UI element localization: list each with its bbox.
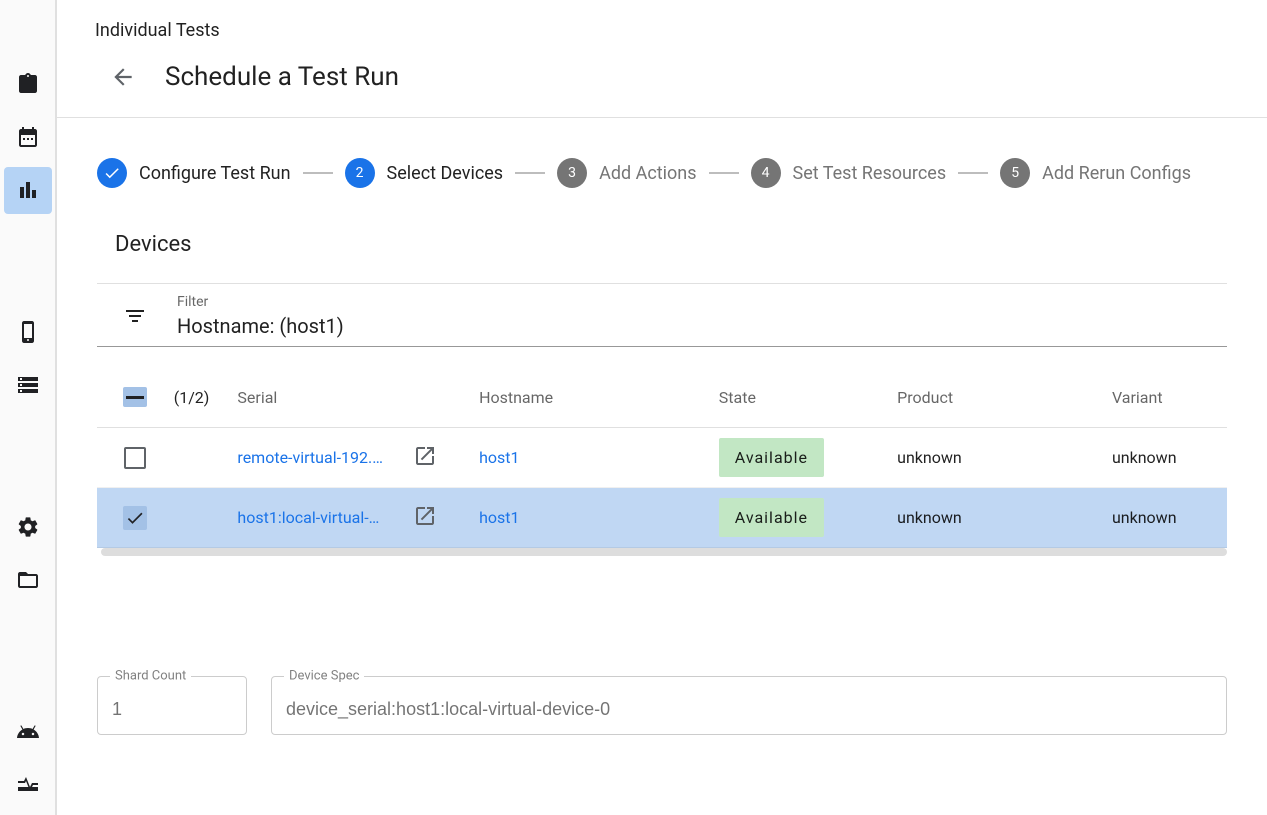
device-spec-input[interactable]	[286, 699, 1212, 720]
page-title: Schedule a Test Run	[165, 62, 399, 92]
header-variant[interactable]: Variant	[1112, 388, 1227, 407]
page-header: Individual Tests Schedule a Test Run	[57, 0, 1267, 118]
header-product[interactable]: Product	[897, 388, 1112, 407]
breadcrumb[interactable]: Individual Tests	[95, 20, 1267, 41]
header-serial[interactable]: Serial	[227, 388, 479, 407]
sidebar-item-clipboard[interactable]	[4, 60, 52, 107]
sidebar-item-folder[interactable]	[4, 557, 52, 604]
status-badge: Available	[719, 438, 824, 477]
step-circle-pending: 5	[1000, 158, 1030, 188]
check-icon	[125, 508, 145, 528]
step-rerun-configs[interactable]: 5 Add Rerun Configs	[1000, 158, 1191, 188]
main-content: Individual Tests Schedule a Test Run Con…	[56, 0, 1267, 815]
filter-value: Hostname: (host1)	[177, 314, 1207, 338]
table-row[interactable]: remote-virtual-192.… host1 Available unk…	[97, 428, 1227, 488]
open-in-new-icon[interactable]	[413, 444, 437, 472]
folder-icon	[16, 568, 40, 592]
filter-icon	[123, 304, 147, 328]
step-circle-current: 2	[345, 158, 375, 188]
devices-section: Devices Filter Hostname: (host1) (1/2) S…	[57, 228, 1267, 556]
back-button[interactable]	[107, 61, 139, 93]
step-circle-pending: 3	[557, 158, 587, 188]
gear-icon	[16, 515, 40, 539]
select-all-checkbox[interactable]	[123, 387, 147, 407]
serial-link[interactable]: host1:local-virtual-…	[237, 508, 397, 527]
product-cell: unknown	[897, 508, 1112, 527]
device-spec-field[interactable]: Device Spec	[271, 676, 1227, 735]
variant-cell: unknown	[1112, 508, 1227, 527]
shard-count-input[interactable]	[112, 699, 232, 720]
header-state[interactable]: State	[719, 388, 897, 407]
sidebar-item-settings[interactable]	[4, 504, 52, 551]
step-divider	[709, 172, 739, 174]
status-badge: Available	[719, 498, 824, 537]
table-row[interactable]: host1:local-virtual-… host1 Available un…	[97, 488, 1227, 548]
header-hostname[interactable]: Hostname	[479, 388, 719, 407]
open-in-new-icon[interactable]	[413, 504, 437, 532]
step-test-resources[interactable]: 4 Set Test Resources	[751, 158, 947, 188]
check-icon	[103, 164, 121, 182]
sidebar-item-calendar[interactable]	[4, 113, 52, 160]
section-title: Devices	[97, 228, 1227, 283]
serial-link[interactable]: remote-virtual-192.…	[237, 448, 397, 467]
step-label: Add Rerun Configs	[1042, 163, 1191, 184]
step-label: Add Actions	[599, 163, 696, 184]
sidebar-item-monitor[interactable]	[4, 762, 52, 809]
step-configure[interactable]: Configure Test Run	[97, 158, 291, 188]
filter-row[interactable]: Filter Hostname: (host1)	[97, 283, 1227, 347]
bottom-fields: Shard Count Device Spec	[57, 556, 1267, 735]
sidebar-item-storage[interactable]	[4, 362, 52, 409]
selection-count: (1/2)	[174, 388, 228, 407]
sidebar-item-phone[interactable]	[4, 308, 52, 355]
step-divider	[515, 172, 545, 174]
step-circle-pending: 4	[751, 158, 781, 188]
field-label: Shard Count	[110, 669, 191, 684]
sidebar	[0, 0, 56, 815]
storage-icon	[16, 373, 40, 397]
arrow-left-icon	[110, 64, 136, 90]
row-checkbox[interactable]	[124, 447, 146, 469]
hostname-link[interactable]: host1	[479, 448, 519, 467]
step-add-actions[interactable]: 3 Add Actions	[557, 158, 696, 188]
step-select-devices[interactable]: 2 Select Devices	[345, 158, 504, 188]
shard-count-field[interactable]: Shard Count	[97, 676, 247, 735]
calendar-icon	[16, 125, 40, 149]
phone-icon	[16, 320, 40, 344]
android-icon	[16, 720, 40, 744]
row-checkbox[interactable]	[123, 506, 147, 530]
stepper: Configure Test Run 2 Select Devices 3 Ad…	[57, 118, 1267, 228]
filter-label: Filter	[177, 294, 1207, 310]
monitor-heart-icon	[16, 773, 40, 797]
table-header-row: (1/2) Serial Hostname State Product Vari…	[97, 367, 1227, 428]
bar-chart-icon	[16, 178, 40, 202]
field-label: Device Spec	[284, 669, 364, 684]
step-label: Select Devices	[387, 163, 504, 184]
clipboard-icon	[16, 72, 40, 96]
step-divider	[303, 172, 333, 174]
step-label: Configure Test Run	[139, 163, 291, 184]
hostname-link[interactable]: host1	[479, 508, 519, 527]
sidebar-item-analytics[interactable]	[4, 167, 52, 214]
step-label: Set Test Resources	[793, 163, 947, 184]
step-divider	[958, 172, 988, 174]
sidebar-item-android[interactable]	[4, 709, 52, 756]
product-cell: unknown	[897, 448, 1112, 467]
variant-cell: unknown	[1112, 448, 1227, 467]
horizontal-scrollbar[interactable]	[101, 548, 1227, 556]
step-circle-done	[97, 158, 127, 188]
devices-table: (1/2) Serial Hostname State Product Vari…	[97, 367, 1227, 556]
